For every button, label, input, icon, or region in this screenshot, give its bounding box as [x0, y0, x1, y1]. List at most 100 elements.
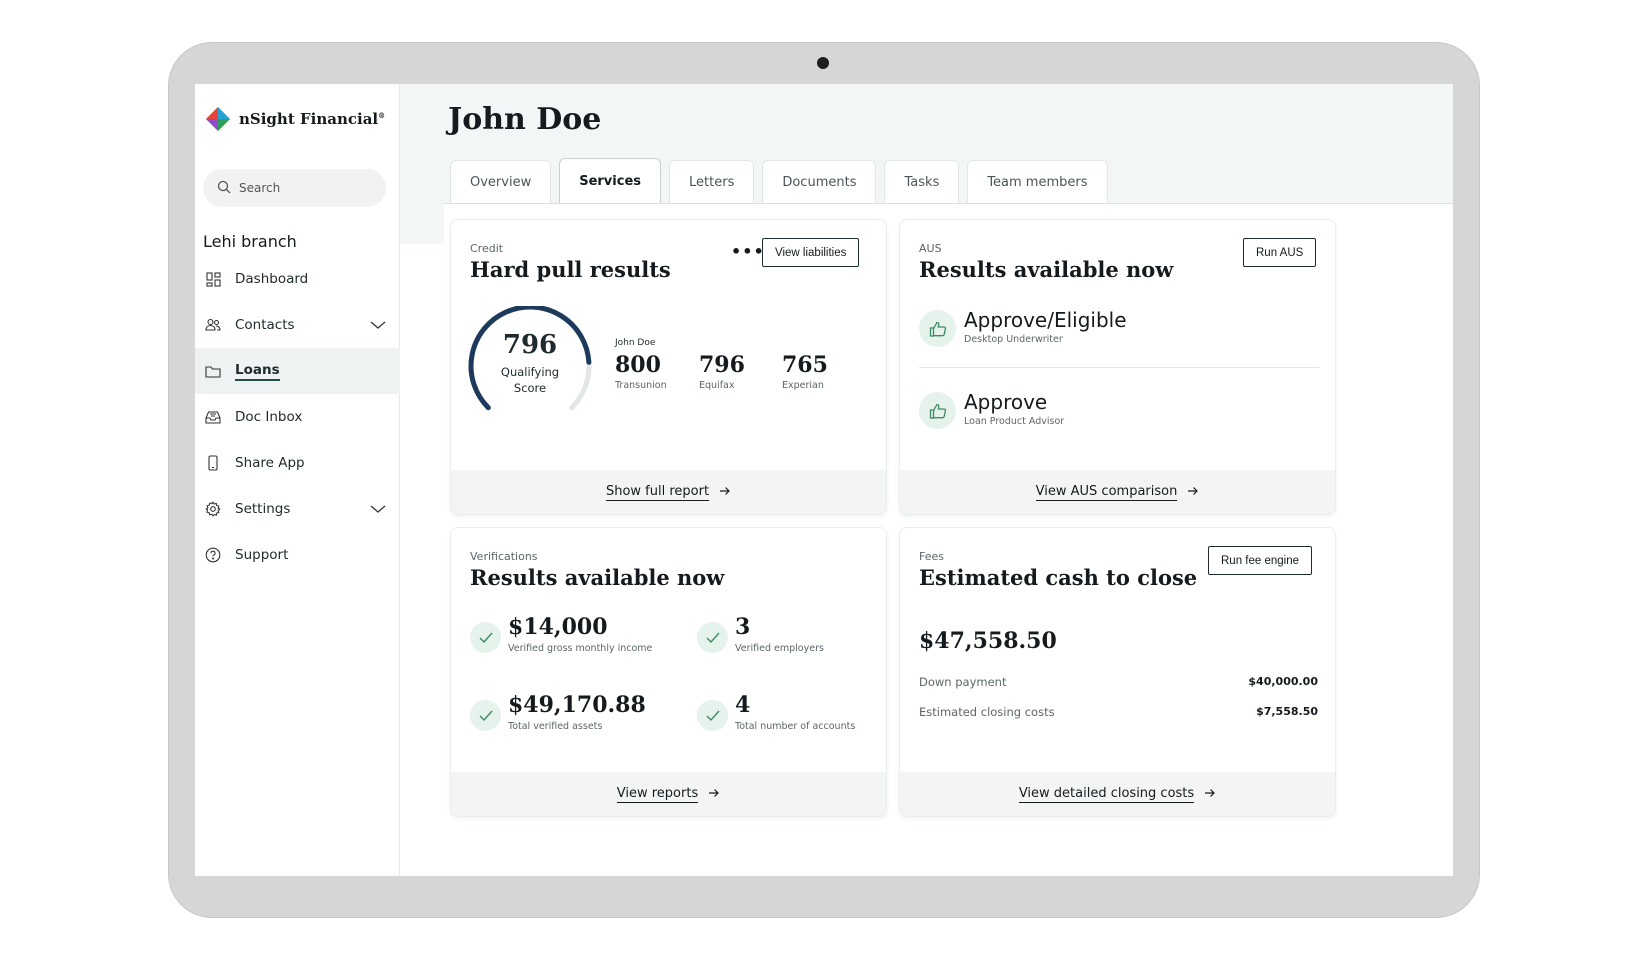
- tab-documents[interactable]: Documents: [762, 160, 877, 204]
- brand[interactable]: nSight Financial®: [205, 106, 385, 132]
- tab-letters[interactable]: Letters: [669, 160, 755, 204]
- gear-icon: [205, 501, 221, 517]
- sidebar-item-label: Doc Inbox: [235, 409, 303, 425]
- sidebar-item-dashboard[interactable]: Dashboard: [195, 256, 400, 302]
- chevron-down-icon[interactable]: [370, 318, 386, 334]
- view-liabilities-button[interactable]: View liabilities: [762, 238, 860, 267]
- verified-income: $14,000 Verified gross monthly income: [470, 614, 652, 654]
- fees-title: Estimated cash to close: [919, 565, 1198, 590]
- fee-row-closing-costs: Estimated closing costs $7,558.50: [919, 705, 1318, 719]
- score-label-line-2: Score: [513, 381, 547, 395]
- verification-value: $49,170.88: [508, 692, 646, 718]
- verifications-eyebrow: Verifications: [470, 550, 538, 563]
- tab-tasks[interactable]: Tasks: [884, 160, 960, 204]
- sidebar-item-label: Dashboard: [235, 271, 309, 287]
- verification-label: Total number of accounts: [735, 721, 856, 732]
- footer-link-label: View reports: [616, 785, 699, 803]
- aus-eyebrow: AUS: [919, 242, 942, 255]
- registered-mark: ®: [378, 111, 386, 120]
- aus-title: Results available now: [919, 257, 1174, 282]
- footer-link-label: Show full report: [605, 483, 710, 501]
- verification-value: $14,000: [508, 614, 608, 640]
- arrow-right-icon: [1204, 787, 1216, 802]
- run-fee-engine-button[interactable]: Run fee engine: [1208, 546, 1313, 575]
- bureau-score: 765: [782, 352, 828, 378]
- sidebar-item-label: Settings: [235, 501, 291, 517]
- verifications-title: Results available now: [470, 565, 725, 590]
- verification-label: Total verified assets: [508, 721, 603, 732]
- check-icon: [697, 700, 728, 731]
- check-icon: [470, 622, 501, 653]
- aus-decision: Approve/Eligible: [964, 308, 1127, 332]
- view-aus-comparison-link[interactable]: View AUS comparison: [900, 470, 1335, 514]
- tab-bar: Overview Services Letters Documents Task…: [450, 158, 1108, 204]
- credit-card: Credit Hard pull results ••• View liabil…: [450, 219, 887, 515]
- credit-title: Hard pull results: [470, 257, 671, 282]
- search-input[interactable]: Search: [203, 169, 386, 207]
- camera-dot: [817, 57, 829, 69]
- tab-overview[interactable]: Overview: [450, 160, 552, 204]
- inbox-icon: [205, 409, 221, 425]
- sidebar-item-share-app[interactable]: Share App: [195, 440, 400, 486]
- check-icon: [470, 700, 501, 731]
- services-panel: Credit Hard pull results ••• View liabil…: [444, 204, 1453, 876]
- sidebar-item-contacts[interactable]: Contacts: [195, 302, 400, 348]
- sidebar-item-settings[interactable]: Settings: [195, 486, 400, 532]
- search-icon: [217, 179, 231, 198]
- bureau-transunion: 800 Transunion: [615, 352, 667, 391]
- fee-amount: $40,000.00: [1248, 675, 1318, 688]
- main-content: John Doe Overview Services Letters Docum…: [400, 84, 1453, 876]
- bureau-score: 800: [615, 352, 661, 378]
- sidebar-nav: Dashboard Contacts Loans Doc Inbox Share…: [195, 256, 400, 578]
- sidebar: nSight Financial® Search Lehi branch Das…: [195, 84, 400, 876]
- sidebar-item-doc-inbox[interactable]: Doc Inbox: [195, 394, 400, 440]
- borrower-name: John Doe: [615, 338, 656, 348]
- divider: [919, 367, 1319, 368]
- aus-card: AUS Results available now Run AUS Approv…: [899, 219, 1336, 515]
- bureau-label: Transunion: [615, 380, 667, 391]
- contacts-icon: [205, 317, 221, 333]
- fees-eyebrow: Fees: [919, 550, 944, 563]
- show-full-report-link[interactable]: Show full report: [451, 470, 886, 514]
- verified-accounts: 4 Total number of accounts: [697, 692, 855, 732]
- bureau-label: Experian: [782, 380, 824, 391]
- thumbs-up-icon: [919, 392, 956, 429]
- aus-source: Loan Product Advisor: [964, 416, 1065, 427]
- page-title: John Doe: [448, 102, 602, 137]
- dashboard-icon: [205, 271, 221, 287]
- check-icon: [697, 622, 728, 653]
- chevron-down-icon[interactable]: [370, 502, 386, 518]
- cash-to-close-total: $47,558.50: [919, 628, 1057, 654]
- verification-label: Verified employers: [735, 643, 824, 654]
- footer-link-label: View detailed closing costs: [1018, 785, 1195, 803]
- verified-assets: $49,170.88 Total verified assets: [470, 692, 646, 732]
- aus-decision: Approve: [964, 390, 1048, 414]
- qualifying-score-gauge: 796 Qualifying Score: [468, 304, 592, 416]
- bureau-score: 796: [699, 352, 745, 378]
- fee-label: Down payment: [919, 675, 1007, 689]
- search-placeholder: Search: [239, 181, 281, 195]
- aus-source: Desktop Underwriter: [964, 334, 1063, 345]
- run-aus-button[interactable]: Run AUS: [1243, 238, 1317, 267]
- view-reports-link[interactable]: View reports: [451, 772, 886, 816]
- sidebar-item-loans[interactable]: Loans: [195, 348, 400, 394]
- fee-amount: $7,558.50: [1256, 705, 1318, 718]
- tab-team-members[interactable]: Team members: [967, 160, 1108, 204]
- fee-row-down-payment: Down payment $40,000.00: [919, 675, 1318, 689]
- sidebar-item-support[interactable]: Support: [195, 532, 400, 578]
- laptop-frame: nSight Financial® Search Lehi branch Das…: [168, 42, 1480, 918]
- sidebar-item-label: Loans: [235, 362, 280, 381]
- view-detailed-closing-costs-link[interactable]: View detailed closing costs: [900, 772, 1335, 816]
- sidebar-item-label: Share App: [235, 455, 305, 471]
- fee-label: Estimated closing costs: [919, 705, 1055, 719]
- footer-link-label: View AUS comparison: [1035, 483, 1178, 501]
- more-options-icon[interactable]: •••: [731, 242, 765, 261]
- brand-logo-icon: [205, 106, 231, 132]
- fees-card: Fees Estimated cash to close Run fee eng…: [899, 527, 1336, 817]
- brand-name: nSight Financial: [239, 110, 379, 128]
- verification-value: 4: [735, 692, 751, 718]
- branch-name: Lehi branch: [203, 232, 297, 251]
- tab-services[interactable]: Services: [559, 158, 662, 204]
- thumbs-up-icon: [919, 310, 956, 347]
- phone-icon: [205, 455, 221, 471]
